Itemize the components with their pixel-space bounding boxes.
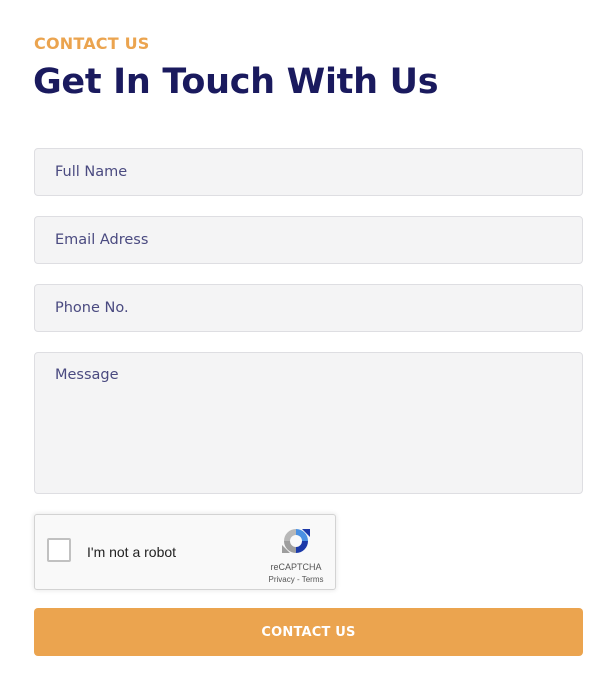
recaptcha-widget: I'm not a robot reCAPTCHA Privacy - Term… xyxy=(34,514,336,590)
page-title: Get In Touch With Us xyxy=(33,62,439,102)
terms-link[interactable]: Terms xyxy=(302,575,324,584)
phone-input[interactable] xyxy=(34,284,583,332)
message-textarea[interactable] xyxy=(34,352,583,494)
links-separator: - xyxy=(294,575,302,584)
recaptcha-checkbox[interactable] xyxy=(47,538,71,562)
recaptcha-brand: reCAPTCHA xyxy=(270,562,322,572)
full-name-input[interactable] xyxy=(34,148,583,196)
email-input[interactable] xyxy=(34,216,583,264)
contact-eyebrow: CONTACT US xyxy=(34,34,150,53)
recaptcha-logo-icon xyxy=(282,529,310,553)
privacy-link[interactable]: Privacy xyxy=(269,575,295,584)
recaptcha-links: Privacy - Terms xyxy=(261,575,331,584)
contact-us-button[interactable]: CONTACT US xyxy=(34,608,583,656)
recaptcha-label: I'm not a robot xyxy=(87,544,177,560)
